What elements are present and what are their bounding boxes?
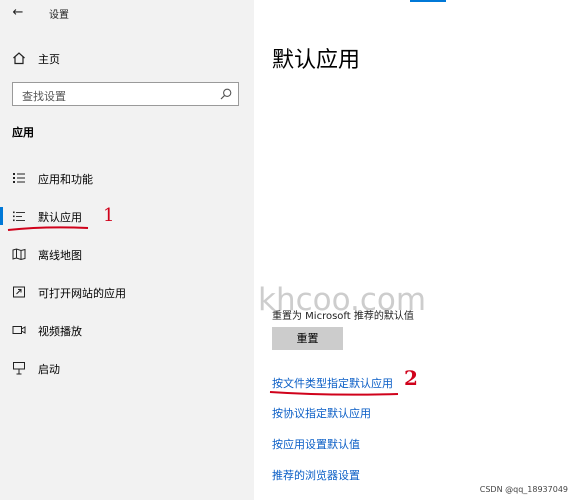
search-placeholder: 查找设置 [22,90,66,103]
selection-indicator [0,207,3,225]
sidebar-item-label: 应用和功能 [38,173,93,186]
link-recommended-browser-settings[interactable]: 推荐的浏览器设置 [272,467,360,483]
video-icon [12,326,26,334]
window-accent-strip [410,0,446,2]
credit-text: CSDN @qq_18937049 [479,485,568,494]
sidebar-item-label: 默认应用 [38,211,82,224]
link-choose-by-protocol[interactable]: 按协议指定默认应用 [272,405,371,421]
reset-button[interactable]: 重置 [272,327,343,350]
link-set-defaults-by-app[interactable]: 按应用设置默认值 [272,436,360,452]
main-pane [254,0,576,500]
section-heading-apps: 应用 [12,126,34,139]
link-choose-by-file-type[interactable]: 按文件类型指定默认应用 [272,375,393,391]
sidebar-item-apps-for-websites[interactable]: 可打开网站的应用 [0,279,254,305]
window-title: 设置 [49,10,69,21]
sidebar-item-default-apps[interactable]: 默认应用 [0,203,254,229]
search-input[interactable]: 查找设置 [12,82,239,106]
search-icon [220,88,232,100]
sidebar-item-startup[interactable]: 启动 [0,355,254,381]
sidebar-item-offline-maps[interactable]: 离线地图 [0,241,254,267]
sidebar-item-label: 离线地图 [38,249,82,262]
default-apps-icon [13,211,25,222]
sidebar-item-label: 启动 [38,363,60,376]
nav-home[interactable]: 主页 [0,46,254,72]
sidebar-item-video-playback[interactable]: 视频播放 [0,317,254,343]
sidebar-item-label: 视频播放 [38,325,82,338]
page-title: 默认应用 [272,48,361,73]
map-icon [12,248,26,261]
apps-list-icon [13,173,25,183]
reset-description: 重置为 Microsoft 推荐的默认值 [272,311,414,322]
nav-home-label: 主页 [38,53,60,66]
sidebar-item-apps-features[interactable]: 应用和功能 [0,165,254,191]
startup-icon [13,362,25,375]
arrow-left-icon[interactable]: ← [10,4,26,22]
external-link-icon [13,286,25,298]
home-icon [13,52,25,65]
sidebar-item-label: 可打开网站的应用 [38,287,126,300]
sidebar: ← 设置 主页 查找设置 应用 应用和功能 默认应用 离线地图 可打开网站的应用… [0,0,254,500]
